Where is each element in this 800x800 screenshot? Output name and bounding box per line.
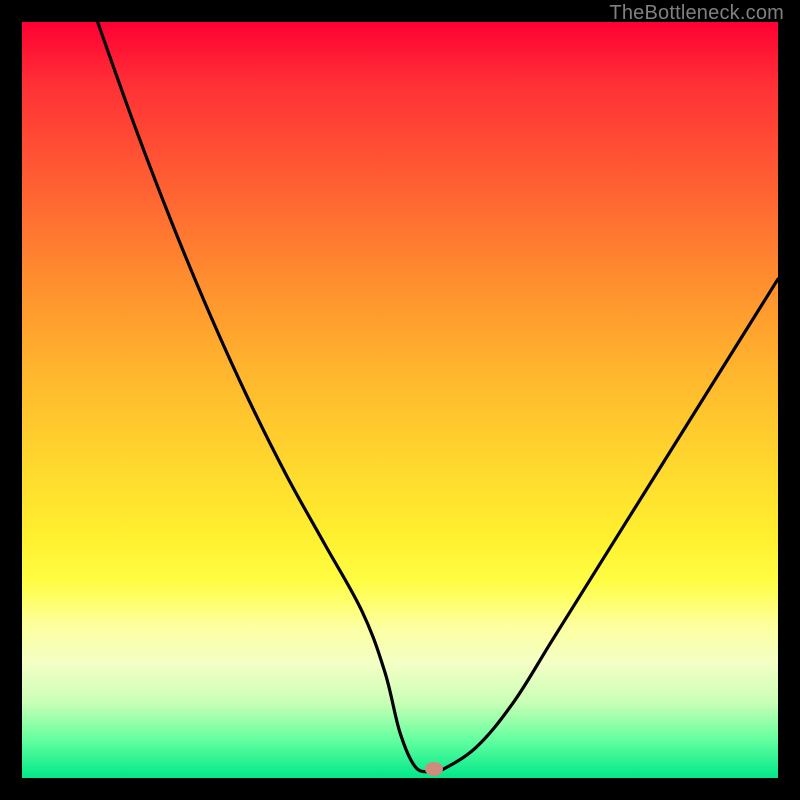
curve-layer xyxy=(22,22,778,778)
bottleneck-curve xyxy=(98,22,778,774)
optimal-marker xyxy=(425,762,443,776)
